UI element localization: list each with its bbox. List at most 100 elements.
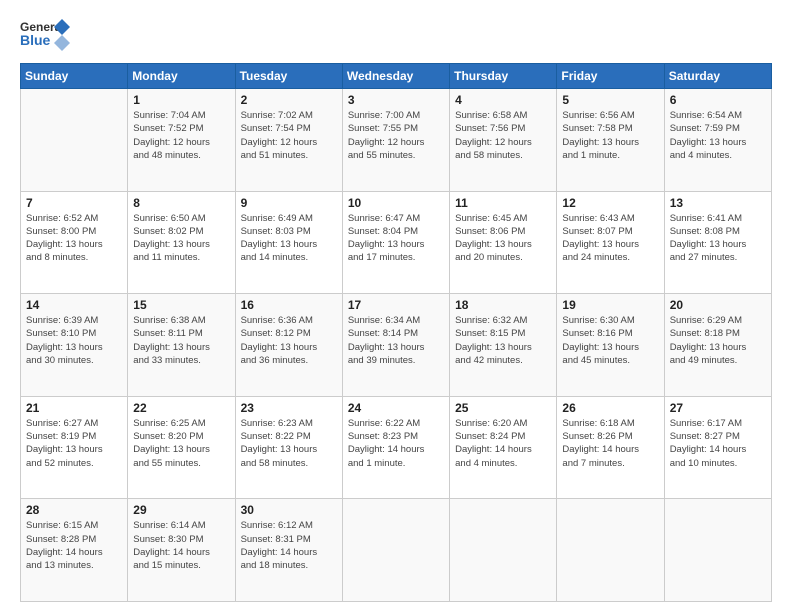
calendar-header-row: SundayMondayTuesdayWednesdayThursdayFrid… [21,64,772,89]
calendar-day-header: Wednesday [342,64,449,89]
calendar-cell: 4Sunrise: 6:58 AMSunset: 7:56 PMDaylight… [450,89,557,192]
day-number: 26 [562,401,658,415]
calendar-cell: 17 Sunrise: 6:34 AMSunset: 8:14 PMDayligh… [342,294,449,397]
day-info: Sunrise: 6:49 AMSunset: 8:03 PMDaylight:… [241,212,337,265]
calendar-day-header: Tuesday [235,64,342,89]
day-number: 20 [670,298,766,312]
day-number: 15 [133,298,229,312]
day-number: 13 [670,196,766,210]
day-info: Sunrise: 6:17 AMSunset: 8:27 PMDaylight:… [670,417,766,470]
day-info: Sunrise: 6:20 AMSunset: 8:24 PMDaylight:… [455,417,551,470]
day-info: Sunrise: 6:22 AMSunset: 8:23 PMDaylight:… [348,417,444,470]
day-info: Sunrise: 6:25 AMSunset: 8:20 PMDaylight:… [133,417,229,470]
calendar-cell: 19 Sunrise: 6:30 AMSunset: 8:16 PMDayligh… [557,294,664,397]
day-info: Sunrise: 6:12 AMSunset: 8:31 PMDaylight:… [241,519,337,572]
day-number: 11 [455,196,551,210]
logo: General Blue [20,15,75,55]
day-number: 23 [241,401,337,415]
calendar-cell [557,499,664,602]
calendar-table: SundayMondayTuesdayWednesdayThursdayFrid… [20,63,772,602]
calendar-cell: 10Sunrise: 6:47 AMSunset: 8:04 PMDayligh… [342,191,449,294]
day-number: 27 [670,401,766,415]
day-number: 17 [348,298,444,312]
day-number: 19 [562,298,658,312]
calendar-cell: 9 Sunrise: 6:49 AMSunset: 8:03 PMDaylight… [235,191,342,294]
day-info: Sunrise: 6:34 AMSunset: 8:14 PMDaylight:… [348,314,444,367]
calendar-cell: 7 Sunrise: 6:52 AMSunset: 8:00 PMDaylight… [21,191,128,294]
calendar-cell: 6 Sunrise: 6:54 AMSunset: 7:59 PMDaylight… [664,89,771,192]
day-info: Sunrise: 6:36 AMSunset: 8:12 PMDaylight:… [241,314,337,367]
calendar-cell: 29Sunrise: 6:14 AMSunset: 8:30 PMDayligh… [128,499,235,602]
calendar-cell: 8Sunrise: 6:50 AMSunset: 8:02 PMDaylight… [128,191,235,294]
calendar-cell: 20 Sunrise: 6:29 AMSunset: 8:18 PMDayligh… [664,294,771,397]
page: General Blue SundayMondayTuesdayWednesda… [0,0,792,612]
day-info: Sunrise: 6:47 AMSunset: 8:04 PMDaylight:… [348,212,444,265]
calendar-week-row: 7 Sunrise: 6:52 AMSunset: 8:00 PMDaylight… [21,191,772,294]
calendar-cell: 15 Sunrise: 6:38 AMSunset: 8:11 PMDayligh… [128,294,235,397]
day-number: 5 [562,93,658,107]
day-info: Sunrise: 6:45 AMSunset: 8:06 PMDaylight:… [455,212,551,265]
logo-svg: General Blue [20,15,75,55]
calendar-week-row: 28 Sunrise: 6:15 AMSunset: 8:28 PMDayligh… [21,499,772,602]
calendar-cell: 18Sunrise: 6:32 AMSunset: 8:15 PMDayligh… [450,294,557,397]
day-number: 2 [241,93,337,107]
day-number: 24 [348,401,444,415]
day-number: 29 [133,503,229,517]
calendar-cell: 14Sunrise: 6:39 AMSunset: 8:10 PMDayligh… [21,294,128,397]
day-info: Sunrise: 6:30 AMSunset: 8:16 PMDaylight:… [562,314,658,367]
day-number: 4 [455,93,551,107]
day-info: Sunrise: 6:43 AMSunset: 8:07 PMDaylight:… [562,212,658,265]
calendar-cell: 25 Sunrise: 6:20 AMSunset: 8:24 PMDayligh… [450,396,557,499]
day-number: 30 [241,503,337,517]
calendar-day-header: Thursday [450,64,557,89]
day-number: 16 [241,298,337,312]
calendar-cell: 16 Sunrise: 6:36 AMSunset: 8:12 PMDayligh… [235,294,342,397]
day-info: Sunrise: 6:52 AMSunset: 8:00 PMDaylight:… [26,212,122,265]
calendar-cell: 1Sunrise: 7:04 AMSunset: 7:52 PMDaylight… [128,89,235,192]
calendar-cell: 11 Sunrise: 6:45 AMSunset: 8:06 PMDayligh… [450,191,557,294]
day-info: Sunrise: 6:39 AMSunset: 8:10 PMDaylight:… [26,314,122,367]
day-number: 18 [455,298,551,312]
header: General Blue [20,15,772,55]
day-number: 22 [133,401,229,415]
calendar-week-row: 14Sunrise: 6:39 AMSunset: 8:10 PMDayligh… [21,294,772,397]
day-info: Sunrise: 6:15 AMSunset: 8:28 PMDaylight:… [26,519,122,572]
day-info: Sunrise: 6:23 AMSunset: 8:22 PMDaylight:… [241,417,337,470]
calendar-cell [342,499,449,602]
day-info: Sunrise: 6:38 AMSunset: 8:11 PMDaylight:… [133,314,229,367]
calendar-cell: 3 Sunrise: 7:00 AMSunset: 7:55 PMDaylight… [342,89,449,192]
calendar-cell: 22 Sunrise: 6:25 AMSunset: 8:20 PMDayligh… [128,396,235,499]
calendar-cell [21,89,128,192]
day-info: Sunrise: 6:54 AMSunset: 7:59 PMDaylight:… [670,109,766,162]
day-info: Sunrise: 6:29 AMSunset: 8:18 PMDaylight:… [670,314,766,367]
day-info: Sunrise: 6:41 AMSunset: 8:08 PMDaylight:… [670,212,766,265]
svg-text:Blue: Blue [20,32,51,48]
calendar-cell [664,499,771,602]
day-number: 6 [670,93,766,107]
day-number: 9 [241,196,337,210]
calendar-cell: 13 Sunrise: 6:41 AMSunset: 8:08 PMDayligh… [664,191,771,294]
calendar-cell [450,499,557,602]
day-info: Sunrise: 6:27 AMSunset: 8:19 PMDaylight:… [26,417,122,470]
day-number: 1 [133,93,229,107]
day-number: 28 [26,503,122,517]
day-info: Sunrise: 7:02 AMSunset: 7:54 PMDaylight:… [241,109,337,162]
day-info: Sunrise: 6:56 AMSunset: 7:58 PMDaylight:… [562,109,658,162]
day-number: 25 [455,401,551,415]
calendar-day-header: Sunday [21,64,128,89]
calendar-cell: 24 Sunrise: 6:22 AMSunset: 8:23 PMDayligh… [342,396,449,499]
calendar-cell: 27 Sunrise: 6:17 AMSunset: 8:27 PMDayligh… [664,396,771,499]
day-number: 3 [348,93,444,107]
calendar-day-header: Saturday [664,64,771,89]
calendar-week-row: 21 Sunrise: 6:27 AMSunset: 8:19 PMDayligh… [21,396,772,499]
calendar-cell: 5 Sunrise: 6:56 AMSunset: 7:58 PMDaylight… [557,89,664,192]
day-info: Sunrise: 7:00 AMSunset: 7:55 PMDaylight:… [348,109,444,162]
calendar-cell: 23 Sunrise: 6:23 AMSunset: 8:22 PMDayligh… [235,396,342,499]
calendar-day-header: Monday [128,64,235,89]
day-number: 12 [562,196,658,210]
day-number: 21 [26,401,122,415]
day-number: 7 [26,196,122,210]
calendar-cell: 21 Sunrise: 6:27 AMSunset: 8:19 PMDayligh… [21,396,128,499]
calendar-cell: 26Sunrise: 6:18 AMSunset: 8:26 PMDayligh… [557,396,664,499]
calendar-cell: 2 Sunrise: 7:02 AMSunset: 7:54 PMDaylight… [235,89,342,192]
